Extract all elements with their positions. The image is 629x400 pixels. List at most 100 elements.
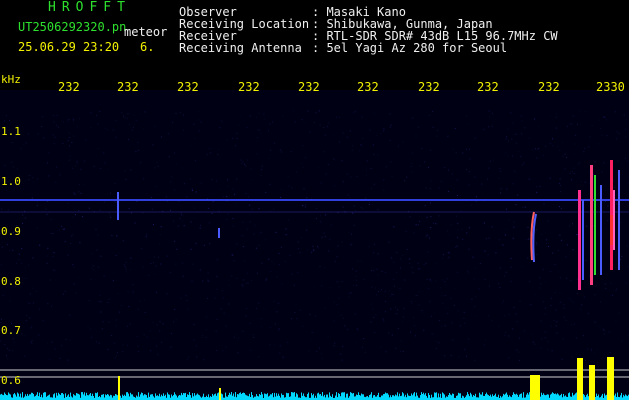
noise-dot (388, 290, 390, 292)
noise-dot (341, 359, 343, 361)
noise-dot (289, 255, 291, 256)
activity-bar (169, 394, 170, 400)
activity-bar (596, 393, 597, 400)
noise-dot (553, 319, 555, 321)
activity-bar (197, 393, 198, 400)
activity-bar (32, 392, 33, 400)
noise-dot (71, 235, 73, 237)
noise-dot (170, 333, 172, 335)
noise-dot (422, 312, 424, 314)
noise-dot (616, 287, 617, 289)
activity-bar (495, 393, 496, 400)
noise-dot (175, 263, 177, 265)
noise-dot (589, 136, 591, 138)
noise-dot (626, 245, 628, 247)
noise-dot (414, 295, 416, 297)
noise-dot (170, 209, 171, 211)
noise-dot (69, 133, 70, 134)
noise-dot (31, 340, 33, 342)
noise-dot (21, 247, 23, 249)
noise-dot (186, 300, 188, 301)
noise-dot (594, 294, 596, 296)
noise-dot (510, 112, 512, 114)
noise-dot (23, 144, 25, 145)
noise-dot (127, 290, 129, 292)
noise-dot (214, 297, 216, 299)
noise-dot (351, 233, 352, 235)
noise-dot (113, 272, 115, 274)
noise-dot (241, 234, 243, 236)
noise-dot (419, 291, 421, 292)
activity-bar (625, 394, 626, 400)
noise-dot (335, 116, 337, 118)
noise-dot (130, 169, 132, 171)
noise-dot (232, 225, 234, 227)
noise-dot (403, 316, 404, 318)
noise-dot (508, 219, 510, 221)
noise-dot (276, 276, 278, 278)
noise-dot (182, 167, 184, 169)
noise-dot (170, 181, 172, 183)
noise-dot (198, 119, 200, 121)
noise-dot (24, 266, 26, 268)
noise-dot (487, 315, 489, 316)
noise-dot (586, 225, 588, 227)
activity-bar (506, 392, 507, 400)
noise-dot (597, 143, 599, 145)
noise-dot (28, 264, 30, 266)
noise-dot (355, 275, 357, 277)
activity-bar (358, 392, 359, 400)
activity-bar (397, 392, 398, 400)
activity-bar (136, 395, 137, 400)
activity-bar (193, 396, 194, 400)
noise-dot (316, 207, 318, 209)
noise-dot (307, 249, 309, 251)
noise-dot (260, 132, 262, 134)
noise-dot (409, 263, 411, 265)
noise-dot (602, 328, 604, 330)
noise-dot (97, 123, 99, 125)
noise-dot (447, 312, 449, 314)
activity-bar (75, 395, 76, 400)
activity-bar (33, 394, 34, 400)
noise-dot (468, 338, 470, 340)
noise-dot (391, 257, 393, 259)
noise-dot (450, 297, 452, 299)
noise-dot (469, 148, 471, 150)
activity-bar (471, 394, 472, 400)
noise-dot (26, 315, 28, 316)
noise-dot (577, 123, 578, 125)
noise-dot (276, 311, 278, 313)
noise-dot (584, 181, 586, 183)
noise-dot (559, 206, 560, 208)
noise-dot (207, 280, 209, 282)
noise-dot (559, 183, 561, 185)
noise-dot (474, 137, 476, 139)
activity-bar (3, 395, 4, 400)
noise-dot (376, 268, 378, 270)
noise-dot (450, 224, 452, 226)
noise-dot (110, 217, 112, 218)
noise-dot (366, 174, 368, 176)
noise-dot (591, 124, 593, 126)
noise-dot (133, 114, 135, 116)
noise-dot (225, 325, 227, 327)
noise-dot (7, 244, 8, 245)
noise-dot (281, 115, 283, 117)
noise-dot (191, 280, 193, 282)
activity-bar (420, 395, 421, 400)
noise-dot (385, 351, 387, 353)
noise-dot (72, 233, 74, 235)
noise-dot (72, 264, 73, 266)
activity-bar (173, 395, 174, 400)
noise-dot (355, 279, 357, 281)
noise-dot (539, 287, 541, 289)
noise-dot (529, 281, 531, 282)
activity-bar (238, 394, 239, 400)
noise-dot (498, 178, 500, 179)
noise-dot (198, 130, 200, 132)
activity-bar (93, 396, 94, 400)
noise-dot (346, 173, 348, 175)
noise-dot (29, 293, 31, 295)
activity-bar (9, 393, 10, 400)
